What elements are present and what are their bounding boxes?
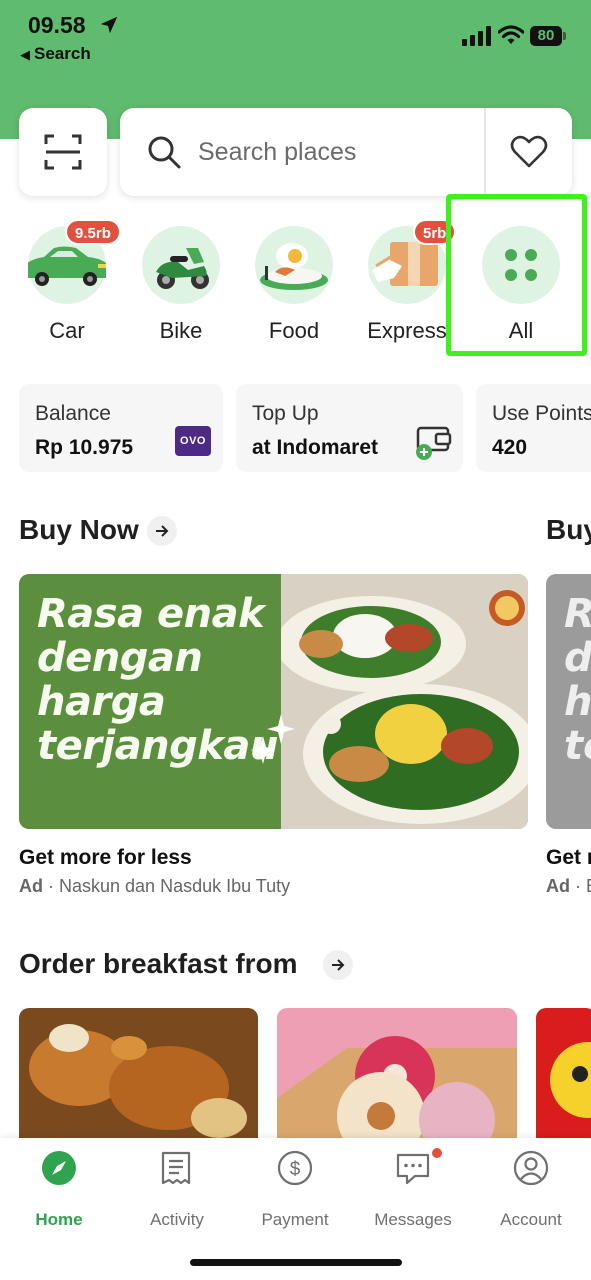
ad-label-2: Ad <box>546 876 570 896</box>
service-food-circle <box>255 226 333 304</box>
nav-messages-label: Messages <box>374 1210 452 1229</box>
promo-title: Get more for less <box>19 846 192 869</box>
breakfast-card-3[interactable] <box>536 1008 591 1148</box>
balance-card[interactable]: Balance Rp 10.975 OVO <box>19 384 223 472</box>
breakfast-see-all-button[interactable] <box>323 950 353 980</box>
breakfast-card-1[interactable] <box>19 1008 258 1148</box>
ad-merchant: Naskun dan Nasduk Ibu Tuty <box>59 876 291 896</box>
search-icon <box>148 136 181 169</box>
promo-subtitle-2: Ad · B <box>546 876 591 897</box>
favorites-button[interactable] <box>486 108 572 196</box>
buy-now-see-all-button[interactable] <box>147 516 177 546</box>
back-to-search-link[interactable]: ◀ Search <box>20 44 91 64</box>
wifi-icon <box>498 25 524 44</box>
search-bar <box>120 108 572 196</box>
points-card[interactable]: Use Points 420 <box>476 384 591 472</box>
donut-photo-image <box>277 1008 517 1148</box>
dollar-icon: $ <box>277 1150 313 1186</box>
breakfast-card-2[interactable] <box>277 1008 517 1148</box>
service-car-label: Car <box>49 318 85 343</box>
buy-now-title-2: Buy <box>546 514 591 545</box>
promo-subtitle: Ad · Naskun dan Nasduk Ibu Tuty <box>19 876 291 896</box>
points-value: 420 <box>492 436 528 459</box>
battery-indicator: 80 <box>530 26 562 46</box>
back-search-label: Search <box>34 44 91 63</box>
compass-icon <box>42 1151 76 1185</box>
nav-messages[interactable]: Messages <box>354 1150 472 1240</box>
home-indicator <box>190 1259 402 1266</box>
promo-title-2: Get r <box>546 846 591 869</box>
nav-payment[interactable]: $ Payment <box>236 1150 354 1240</box>
promo-banner[interactable]: Rasa enak dengan harga terjangkau <box>19 574 528 829</box>
person-icon <box>513 1150 549 1186</box>
search-input[interactable] <box>198 130 478 174</box>
balance-value: Rp 10.975 <box>35 436 134 459</box>
messages-notification-dot <box>432 1148 442 1158</box>
service-express[interactable]: 5rb Express <box>357 219 457 356</box>
breakfast-title: Order breakfast from <box>19 948 298 979</box>
buy-now-title: Buy Now <box>19 514 139 545</box>
sparkle-icon <box>251 714 295 764</box>
car-promo-badge: 9.5rb <box>65 219 121 245</box>
nav-activity-label: Activity <box>150 1210 204 1229</box>
service-bike-circle <box>142 226 220 304</box>
ovo-logo: OVO <box>175 426 211 456</box>
motorbike-icon <box>156 248 209 289</box>
nav-home-label: Home <box>35 1210 83 1229</box>
ad-merchant-2: B <box>586 876 591 896</box>
service-bike[interactable]: Bike <box>131 226 231 356</box>
svg-text:$: $ <box>290 1159 301 1180</box>
status-bar: 09.58 ◀ Search 80 <box>0 0 591 70</box>
arrow-right-icon <box>332 959 345 971</box>
scan-qr-button[interactable] <box>19 108 107 196</box>
chat-icon <box>396 1153 430 1185</box>
heart-icon <box>510 135 548 168</box>
battery-cap <box>563 32 566 40</box>
service-express-label: Express <box>367 318 447 343</box>
topup-title: Top Up <box>252 402 319 425</box>
arrow-right-icon <box>156 525 169 537</box>
ad-label: Ad <box>19 876 43 896</box>
wallet-add-icon <box>416 426 452 460</box>
balance-title: Balance <box>35 402 111 425</box>
restaurant-logo-image <box>536 1008 591 1148</box>
service-food[interactable]: Food <box>244 226 344 356</box>
banner-2-headline: Re da ha te <box>564 591 591 769</box>
promo-banner-2[interactable]: Re da ha te <box>546 574 591 829</box>
service-bike-label: Bike <box>159 318 203 343</box>
service-car[interactable]: 9.5rb Car <box>17 219 121 356</box>
nav-account[interactable]: Account <box>472 1150 590 1240</box>
food-plate-icon <box>260 243 328 290</box>
points-title: Use Points <box>492 402 591 425</box>
cellular-signal-icon <box>462 26 491 46</box>
food-photo-image <box>281 574 528 829</box>
receipt-icon <box>161 1151 191 1185</box>
status-time: 09.58 <box>28 12 86 38</box>
topup-card[interactable]: Top Up at Indomaret <box>236 384 463 472</box>
nav-activity[interactable]: Activity <box>118 1150 236 1240</box>
nav-payment-label: Payment <box>261 1210 329 1229</box>
food-photo-image <box>19 1008 258 1148</box>
service-food-label: Food <box>268 318 320 343</box>
scan-icon <box>44 134 82 170</box>
topup-value: at Indomaret <box>252 436 379 459</box>
all-services-highlight <box>446 194 587 356</box>
nav-home[interactable]: Home <box>0 1150 118 1240</box>
nav-account-label: Account <box>500 1210 562 1229</box>
location-arrow-icon <box>100 16 118 34</box>
